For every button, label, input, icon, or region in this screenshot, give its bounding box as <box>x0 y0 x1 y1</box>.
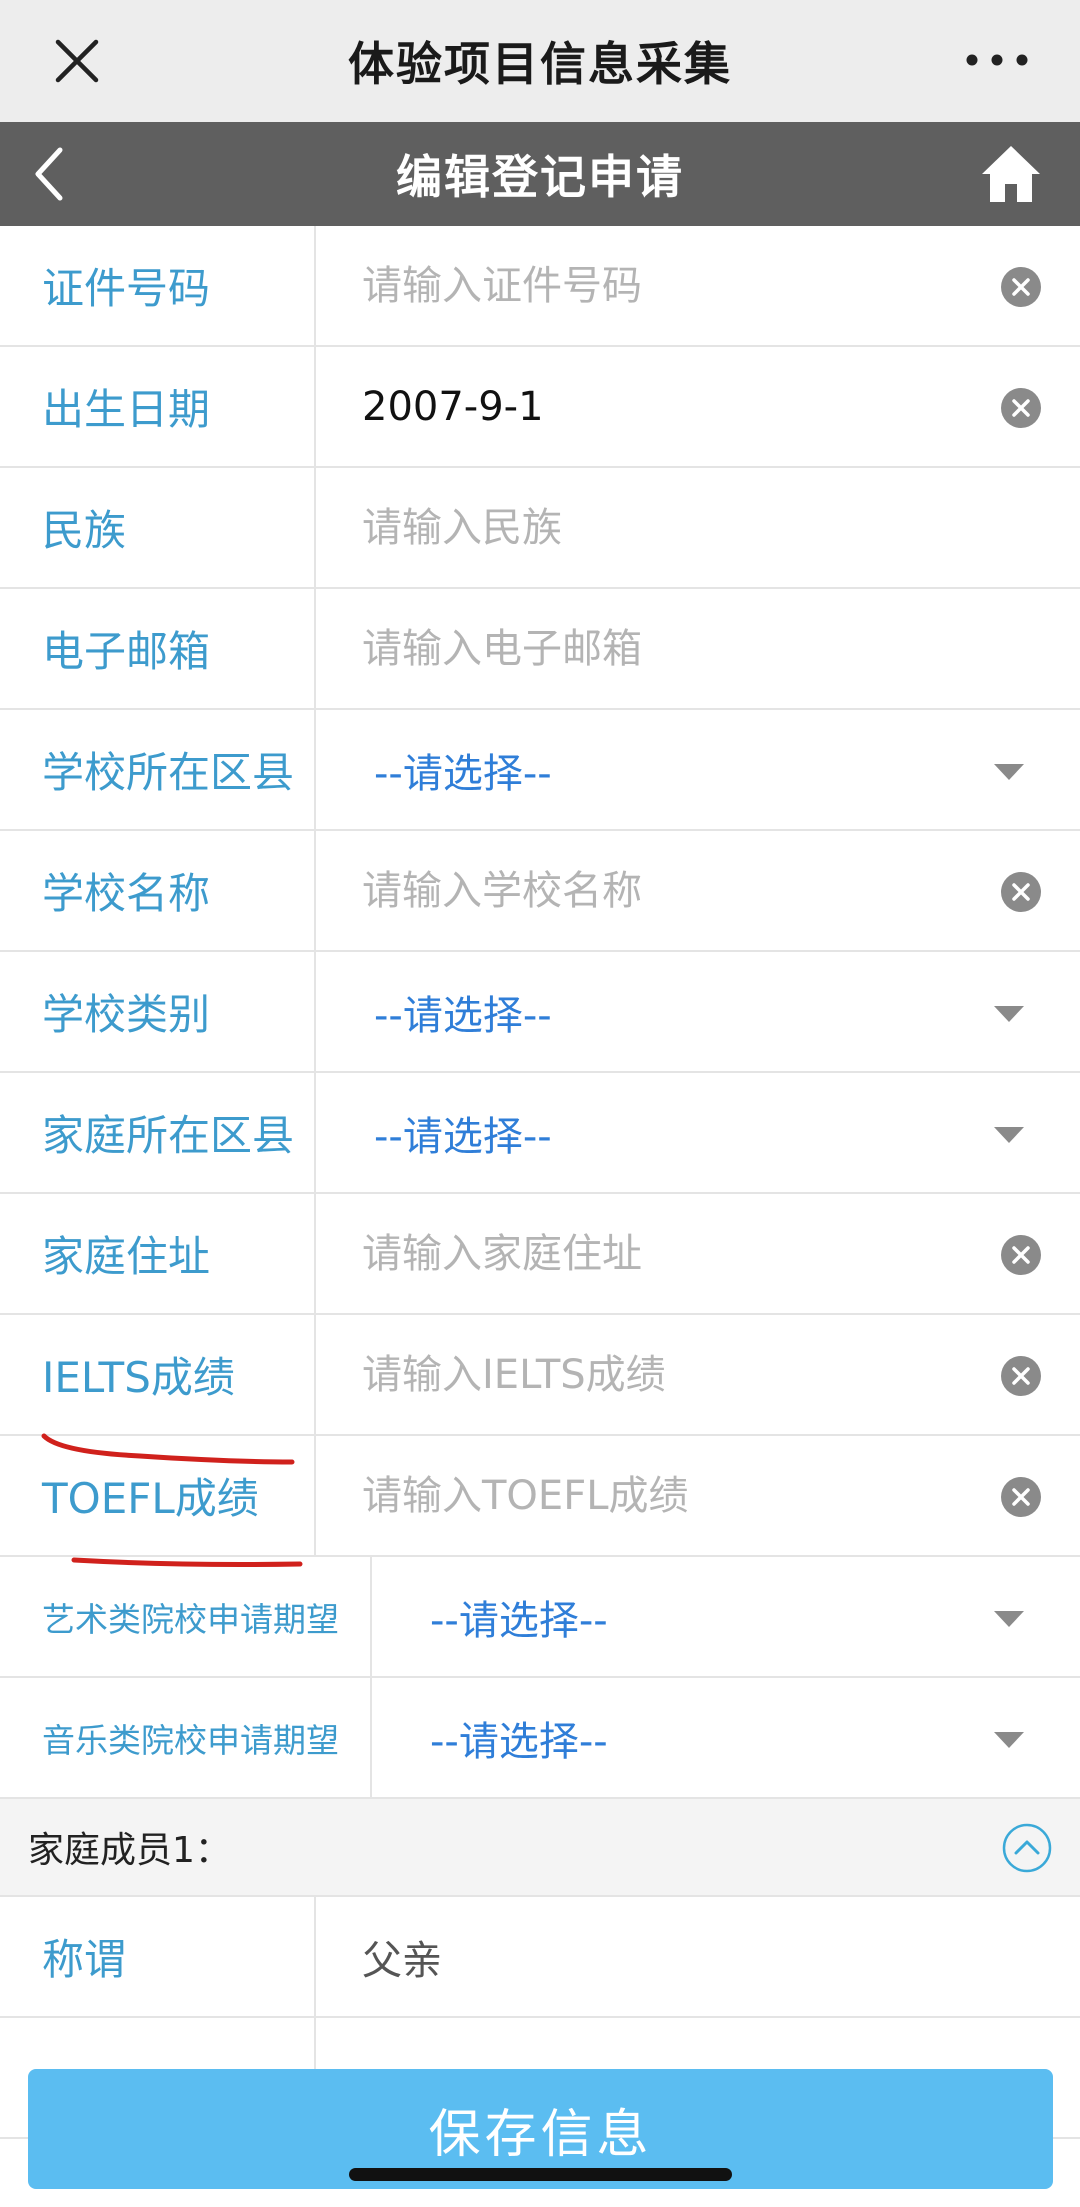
window-title: 体验项目信息采集 <box>348 37 732 91</box>
field-label: 民族 <box>0 468 316 587</box>
home-address-input[interactable] <box>360 1229 964 1278</box>
form-row-ethnicity: 民族 <box>0 468 1080 589</box>
form-row-school-name: 学校名称 <box>0 831 1080 952</box>
clear-icon[interactable] <box>1000 1476 1042 1518</box>
family-member-section-header[interactable]: 家庭成员1： <box>0 1799 1080 1897</box>
form-row-music-school-expectation: 音乐类院校申请期望 --请选择-- <box>0 1678 1080 1799</box>
field-label: 学校名称 <box>0 831 316 950</box>
field-label: 出生日期 <box>0 347 316 466</box>
dropdown-arrow-icon <box>994 1732 1024 1748</box>
field-label: 学校类别 <box>0 952 316 1071</box>
clear-icon[interactable] <box>1000 1234 1042 1276</box>
page-header: 编辑登记申请 <box>0 122 1080 226</box>
clear-icon[interactable] <box>1000 871 1042 913</box>
school-name-input[interactable] <box>360 866 964 915</box>
field-label: IELTS成绩 <box>0 1315 316 1434</box>
field-label: 电子邮箱 <box>0 589 316 708</box>
select-value: --请选择-- <box>430 1597 608 1644</box>
school-district-select[interactable]: --请选择-- <box>316 710 1080 829</box>
collapse-up-icon[interactable] <box>1002 1823 1052 1873</box>
field-label: 证件号码 <box>0 226 316 345</box>
dropdown-arrow-icon <box>994 764 1024 780</box>
field-label: TOEFL成绩 <box>0 1436 316 1555</box>
school-type-select[interactable]: --请选择-- <box>316 952 1080 1071</box>
home-district-select[interactable]: --请选择-- <box>316 1073 1080 1192</box>
more-dots-icon[interactable] <box>962 50 1032 70</box>
birth-date-input[interactable] <box>360 382 964 431</box>
clear-icon[interactable] <box>1000 266 1042 308</box>
music-school-expectation-select[interactable]: --请选择-- <box>372 1678 1080 1797</box>
form-row-toefl: TOEFL成绩 <box>0 1436 1080 1557</box>
field-label: 家庭所在区县 <box>0 1073 316 1192</box>
back-chevron-icon[interactable] <box>30 146 70 202</box>
form-row-relation: 称谓 <box>0 1897 1080 2018</box>
field-label: 家庭住址 <box>0 1194 316 1313</box>
clear-icon[interactable] <box>1000 387 1042 429</box>
toefl-score-input[interactable] <box>360 1471 964 1520</box>
page-title: 编辑登记申请 <box>396 150 684 204</box>
form-row-ielts: IELTS成绩 <box>0 1315 1080 1436</box>
form-row-birth-date: 出生日期 <box>0 347 1080 468</box>
clear-icon[interactable] <box>1000 1355 1042 1397</box>
form-row-school-district: 学校所在区县 --请选择-- <box>0 710 1080 831</box>
form-row-email: 电子邮箱 <box>0 589 1080 710</box>
form-row-id-number: 证件号码 <box>0 226 1080 347</box>
close-icon[interactable] <box>52 36 102 86</box>
email-input[interactable] <box>360 624 964 673</box>
select-value: --请选择-- <box>374 1113 552 1160</box>
dropdown-arrow-icon <box>994 1127 1024 1143</box>
form-row-art-school-expectation: 艺术类院校申请期望 --请选择-- <box>0 1557 1080 1678</box>
field-label: 艺术类院校申请期望 <box>0 1557 372 1676</box>
section-title: 家庭成员1： <box>28 1830 231 1871</box>
form-row-home-district: 家庭所在区县 --请选择-- <box>0 1073 1080 1194</box>
window-title-bar: 体验项目信息采集 <box>0 0 1080 122</box>
field-label: 学校所在区县 <box>0 710 316 829</box>
art-school-expectation-select[interactable]: --请选择-- <box>372 1557 1080 1676</box>
dropdown-arrow-icon <box>994 1611 1024 1627</box>
field-label: 音乐类院校申请期望 <box>0 1678 372 1797</box>
home-indicator <box>349 2168 732 2181</box>
id-number-input[interactable] <box>360 261 964 310</box>
form-row-school-type: 学校类别 --请选择-- <box>0 952 1080 1073</box>
home-icon[interactable] <box>980 144 1042 204</box>
select-value: --请选择-- <box>374 992 552 1039</box>
relation-input[interactable] <box>360 1932 964 1981</box>
field-label: 称谓 <box>0 1897 316 2016</box>
select-value: --请选择-- <box>430 1718 608 1765</box>
registration-form: 证件号码 出生日期 民族 电子邮箱 <box>0 226 1080 2139</box>
select-value: --请选择-- <box>374 750 552 797</box>
ethnicity-input[interactable] <box>360 503 964 552</box>
ielts-score-input[interactable] <box>360 1350 964 1399</box>
form-row-home-address: 家庭住址 <box>0 1194 1080 1315</box>
dropdown-arrow-icon <box>994 1006 1024 1022</box>
